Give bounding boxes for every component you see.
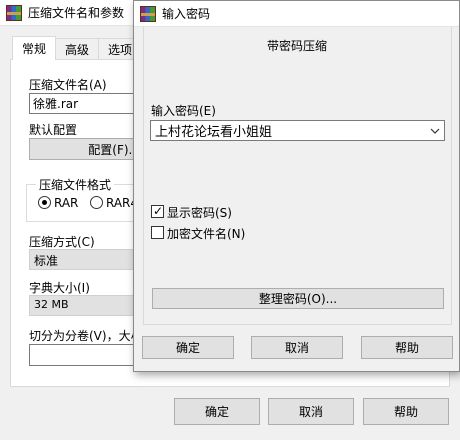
- tab-advanced[interactable]: 高级: [55, 38, 100, 60]
- show-password-checkbox[interactable]: ✓: [151, 204, 164, 218]
- winrar-icon: [6, 4, 22, 21]
- password-help-button[interactable]: 帮助: [361, 336, 453, 359]
- archive-help-button[interactable]: 帮助: [363, 398, 449, 425]
- archive-ok-button[interactable]: 确定: [174, 398, 260, 425]
- password-dialog-heading: 带密码压缩: [267, 39, 328, 53]
- password-label: 输入密码(E): [151, 104, 216, 118]
- password-combo[interactable]: 上村花论坛看小姐姐: [150, 120, 445, 141]
- format-rar-label: RAR: [54, 196, 79, 210]
- winrar-icon: [140, 5, 156, 22]
- default-profile-label: 默认配置: [29, 123, 78, 137]
- archive-name-label: 压缩文件名(A): [29, 78, 107, 92]
- split-size-input[interactable]: [29, 344, 139, 366]
- profile-button[interactable]: 配置(F)...: [29, 138, 149, 160]
- password-input[interactable]: 上村花论坛看小姐姐: [151, 121, 426, 140]
- encrypt-names-label: 加密文件名(N): [167, 227, 246, 241]
- password-dialog: 输入密码: [133, 0, 460, 372]
- show-password-label: 显示密码(S): [167, 206, 232, 220]
- password-dialog-titlebar: 输入密码: [134, 1, 459, 27]
- archive-options-title: 压缩文件名和参数: [28, 6, 125, 20]
- chevron-down-icon[interactable]: [426, 121, 444, 140]
- password-ok-button[interactable]: 确定: [142, 336, 234, 359]
- format-group-title: 压缩文件格式: [36, 176, 115, 193]
- dict-select[interactable]: 32 MB: [29, 295, 139, 316]
- format-rar4-radio[interactable]: [90, 196, 103, 209]
- format-rar-radio[interactable]: [38, 196, 51, 209]
- encrypt-names-checkbox[interactable]: [151, 226, 164, 239]
- split-label: 切分为分卷(V)，大小: [29, 329, 143, 343]
- password-cancel-button[interactable]: 取消: [251, 336, 343, 359]
- method-label: 压缩方式(C): [29, 235, 95, 249]
- password-dialog-panel: [143, 27, 452, 325]
- tab-general[interactable]: 常规: [12, 36, 57, 60]
- organize-passwords-button[interactable]: 整理密码(O)...: [152, 288, 444, 309]
- method-select[interactable]: 标准: [29, 249, 139, 270]
- dict-label: 字典大小(I): [29, 281, 90, 295]
- checkmark-icon: ✓: [153, 204, 164, 218]
- archive-cancel-button[interactable]: 取消: [268, 398, 354, 425]
- archive-name-input[interactable]: 徐雅.rar: [29, 93, 149, 114]
- archive-tabs: 常规 高级 选项: [12, 36, 143, 60]
- password-dialog-title: 输入密码: [162, 7, 211, 21]
